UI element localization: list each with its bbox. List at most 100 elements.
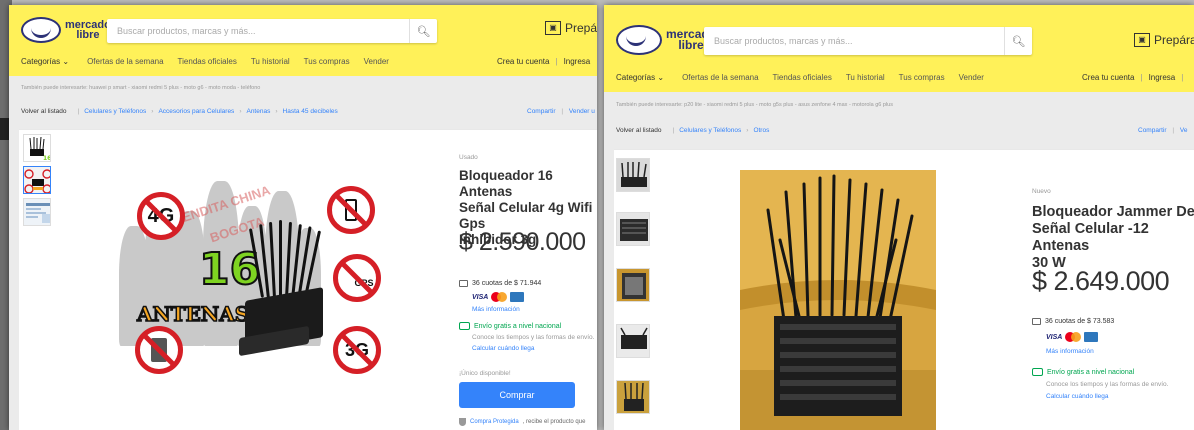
- suggestions-text: También puede interesarte: p20 lite - xi…: [616, 102, 893, 108]
- search-input[interactable]: Buscar productos, marcas y más...: [704, 36, 853, 46]
- search-bar[interactable]: Buscar productos, marcas y más... 🔍︎: [107, 19, 437, 43]
- sell-link[interactable]: Ve: [1180, 127, 1188, 134]
- nav-categories[interactable]: Categorías ⌄: [21, 57, 69, 66]
- nav-categories[interactable]: Categorías ⌄: [616, 73, 664, 82]
- visa-logo-icon: VISA: [1046, 333, 1063, 341]
- gift-icon: ▣: [1134, 33, 1150, 47]
- listing-screenshot-1: mercado libre Buscar productos, marcas y…: [9, 5, 597, 430]
- shipping-description: Conoce los tiempos y las formas de envío…: [1046, 381, 1169, 388]
- product-condition: Nuevo: [1032, 188, 1051, 195]
- product-card: 16 TIENDITA CHINA BOGOTA 4G GPS 3G 16 AN…: [19, 129, 597, 430]
- thumbnail[interactable]: [23, 166, 51, 194]
- svg-text:16: 16: [43, 155, 51, 162]
- breadcrumb-item[interactable]: Accesorios para Celulares: [158, 108, 234, 115]
- more-info-link[interactable]: Más información: [472, 306, 520, 313]
- shipping-row: Envío gratis a nivel nacional: [459, 322, 561, 330]
- payment-brands: VISA: [472, 292, 525, 302]
- calculate-delivery-link[interactable]: Calcular cuándo llega: [1046, 393, 1109, 400]
- login-link[interactable]: Ingresa: [1149, 73, 1176, 82]
- breadcrumb-item[interactable]: Hasta 45 decibeles: [283, 108, 338, 115]
- payment-brands: VISA: [1046, 332, 1099, 342]
- gift-icon: ▣: [545, 21, 561, 35]
- buy-button[interactable]: Comprar: [459, 382, 575, 408]
- breadcrumb: Volver al listado | Celulares y Teléfono…: [21, 108, 338, 115]
- shipping-row: Envío gratis a nivel nacional: [1032, 368, 1134, 376]
- credit-card-icon: [1032, 318, 1041, 325]
- nav-purchases[interactable]: Tus compras: [304, 57, 350, 66]
- search-icon[interactable]: 🔍︎: [1004, 27, 1032, 55]
- more-info-link[interactable]: Más información: [1046, 348, 1094, 355]
- thumbnail[interactable]: [616, 380, 650, 414]
- breadcrumb-item[interactable]: Antenas: [246, 108, 270, 115]
- calculate-delivery-link[interactable]: Calcular cuándo llega: [472, 345, 535, 352]
- thumbnail[interactable]: [616, 158, 650, 192]
- mercadolibre-logo[interactable]: mercado libre: [21, 17, 111, 43]
- thumbnail[interactable]: [23, 198, 51, 226]
- search-input[interactable]: Buscar productos, marcas y más...: [107, 26, 256, 36]
- product-price: $ 2.649.000: [1032, 266, 1170, 296]
- breadcrumb-item[interactable]: Celulares y Teléfonos: [84, 108, 146, 115]
- product-title: Bloqueador Jammer De Señal Celular -12 A…: [1032, 204, 1194, 271]
- product-main-image[interactable]: TIENDITA CHINA BOGOTA 4G GPS 3G 16 ANTEN…: [59, 136, 429, 428]
- search-bar[interactable]: Buscar productos, marcas y más... 🔍︎: [704, 27, 1032, 55]
- product-thumbnail-image: [617, 213, 649, 245]
- no-phone-sign-icon: [327, 186, 375, 234]
- mercadolibre-logo[interactable]: mercado libre: [616, 25, 716, 55]
- product-thumbnail-image: [617, 269, 649, 301]
- back-to-list-link[interactable]: Volver al listado: [616, 127, 662, 134]
- site-header: mercado libre Buscar productos, marcas y…: [9, 5, 597, 76]
- nav-offers[interactable]: Ofertas de la semana: [682, 73, 758, 82]
- breadcrumb: Volver al listado | Celulares y Teléfono…: [616, 127, 770, 134]
- no-4g-sign-icon: 4G: [137, 192, 185, 240]
- product-thumbnail-image: [24, 199, 50, 225]
- thumbnail[interactable]: [616, 212, 650, 246]
- product-thumbnail-image: [617, 381, 649, 413]
- nav-history[interactable]: Tu historial: [846, 73, 885, 82]
- promo-banner[interactable]: ▣ Prepár: [545, 21, 597, 35]
- breadcrumb-item[interactable]: Celulares y Teléfonos: [679, 127, 741, 134]
- create-account-link[interactable]: Crea tu cuenta: [497, 57, 549, 66]
- thumbnail[interactable]: [616, 268, 650, 302]
- no-gps-sign-icon: GPS: [333, 254, 381, 302]
- jammer-device-image: [740, 170, 936, 430]
- shipping-description: Conoce los tiempos y las formas de envío…: [472, 334, 595, 341]
- nav-official-stores[interactable]: Tiendas oficiales: [178, 57, 237, 66]
- product-price: $ 2.590.000: [459, 228, 586, 256]
- search-icon[interactable]: 🔍︎: [409, 19, 437, 43]
- product-thumbnail-image: [24, 167, 50, 193]
- account-links: Crea tu cuenta | Ingresa: [497, 57, 591, 66]
- product-thumbnail-image: 16: [29, 136, 51, 162]
- share-links: Compartir | Ve: [1138, 127, 1188, 134]
- product-main-image[interactable]: [740, 170, 936, 430]
- main-nav: Categorías ⌄ Ofertas de la semana Tienda…: [616, 73, 998, 82]
- truck-icon: [459, 322, 470, 330]
- product-card: Nuevo Bloqueador Jammer De Señal Celular…: [614, 149, 1194, 430]
- login-link[interactable]: Ingresa: [564, 57, 591, 66]
- credit-card-icon: [459, 280, 468, 287]
- breadcrumb-item[interactable]: Otros: [753, 127, 769, 134]
- sell-link[interactable]: Vender u: [569, 108, 595, 115]
- thumbnail[interactable]: 16: [23, 134, 51, 162]
- nav-offers[interactable]: Ofertas de la semana: [87, 57, 163, 66]
- amex-logo-icon: [510, 292, 525, 302]
- create-account-link[interactable]: Crea tu cuenta: [1082, 73, 1134, 82]
- protected-purchase-link[interactable]: Compra Protegida: [470, 419, 519, 425]
- site-header: mercado libre Buscar productos, marcas y…: [604, 5, 1194, 92]
- thumbnail[interactable]: [616, 324, 650, 358]
- back-to-list-link[interactable]: Volver al listado: [21, 108, 67, 115]
- truck-icon: [1032, 368, 1043, 376]
- no-phone-sign-icon: [135, 326, 183, 374]
- promo-banner[interactable]: ▣ Prepára: [1134, 33, 1194, 47]
- mastercard-logo-icon: [1065, 332, 1082, 342]
- installments-row: 36 cuotas de $ 71.944: [459, 280, 541, 287]
- nav-sell[interactable]: Vender: [364, 57, 389, 66]
- share-link[interactable]: Compartir: [1138, 127, 1167, 134]
- visa-logo-icon: VISA: [472, 293, 489, 301]
- share-link[interactable]: Compartir: [527, 108, 556, 115]
- installments-row: 36 cuotas de $ 73.583: [1032, 318, 1114, 325]
- nav-purchases[interactable]: Tus compras: [899, 73, 945, 82]
- nav-history[interactable]: Tu historial: [251, 57, 290, 66]
- nav-official-stores[interactable]: Tiendas oficiales: [773, 73, 832, 82]
- nav-sell[interactable]: Vender: [959, 73, 984, 82]
- share-links: Compartir | Vender u: [527, 108, 595, 115]
